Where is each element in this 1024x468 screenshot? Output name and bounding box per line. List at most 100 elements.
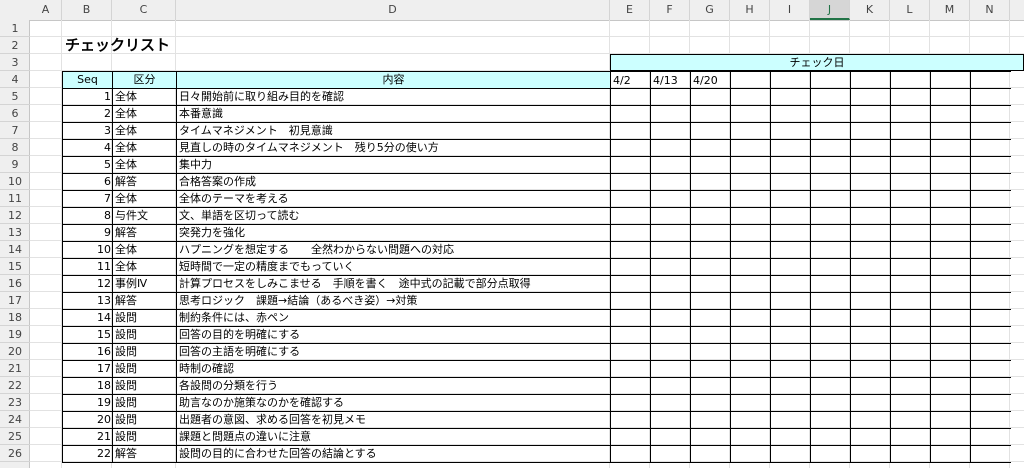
check-cell[interactable]	[810, 241, 851, 259]
check-cell[interactable]	[730, 207, 771, 225]
check-cell[interactable]	[650, 360, 691, 378]
check-cell[interactable]	[690, 173, 731, 191]
check-cell[interactable]	[650, 309, 691, 327]
check-cell[interactable]	[890, 105, 931, 123]
check-cell[interactable]	[650, 292, 691, 310]
row-header-11[interactable]: 11	[0, 190, 30, 207]
column-header-f[interactable]: F	[650, 0, 690, 20]
check-cell[interactable]	[850, 309, 891, 327]
category-cell[interactable]: 全体	[112, 88, 177, 106]
check-cell[interactable]	[930, 445, 971, 463]
content-cell[interactable]: 回答の主語を明確にする	[176, 343, 611, 361]
check-cell[interactable]	[650, 343, 691, 361]
check-cell[interactable]	[690, 428, 731, 446]
check-cell[interactable]	[810, 139, 851, 157]
row-header-26[interactable]: 26	[0, 445, 30, 462]
check-cell[interactable]	[850, 360, 891, 378]
check-cell[interactable]	[690, 343, 731, 361]
check-cell[interactable]	[770, 224, 811, 242]
check-cell[interactable]	[770, 275, 811, 293]
check-cell[interactable]	[770, 190, 811, 208]
row-header-10[interactable]: 10	[0, 173, 30, 190]
seq-cell[interactable]: 14	[62, 309, 113, 327]
column-header-e[interactable]: E	[610, 0, 650, 20]
seq-cell[interactable]: 12	[62, 275, 113, 293]
check-cell[interactable]	[690, 394, 731, 412]
check-cell[interactable]	[610, 445, 651, 463]
category-cell[interactable]: 与件文	[112, 207, 177, 225]
category-cell[interactable]: 設問	[112, 343, 177, 361]
category-cell[interactable]: 全体	[112, 241, 177, 259]
check-cell[interactable]	[810, 190, 851, 208]
check-cell[interactable]	[690, 275, 731, 293]
check-cell[interactable]	[770, 207, 811, 225]
check-cell[interactable]	[850, 207, 891, 225]
content-cell[interactable]: 合格答案の作成	[176, 173, 611, 191]
check-cell[interactable]	[810, 207, 851, 225]
content-cell[interactable]: 助言なのか施策なのかを確認する	[176, 394, 611, 412]
check-cell[interactable]	[890, 377, 931, 395]
check-cell[interactable]	[770, 360, 811, 378]
check-cell[interactable]	[810, 105, 851, 123]
check-cell[interactable]	[890, 156, 931, 174]
row-header-9[interactable]: 9	[0, 156, 30, 173]
content-cell[interactable]: 各設問の分類を行う	[176, 377, 611, 395]
check-cell[interactable]	[730, 156, 771, 174]
check-cell[interactable]	[890, 207, 931, 225]
check-cell[interactable]	[770, 173, 811, 191]
check-cell[interactable]	[610, 224, 651, 242]
check-cell[interactable]	[970, 207, 1011, 225]
check-cell[interactable]	[810, 173, 851, 191]
check-cell[interactable]	[690, 292, 731, 310]
content-cell[interactable]: 制約条件には、赤ペン	[176, 309, 611, 327]
check-cell[interactable]	[610, 343, 651, 361]
check-cell[interactable]	[650, 224, 691, 242]
seq-cell[interactable]: 11	[62, 258, 113, 276]
check-cell[interactable]	[890, 275, 931, 293]
category-cell[interactable]: 解答	[112, 445, 177, 463]
seq-cell[interactable]: 3	[62, 122, 113, 140]
category-cell[interactable]: 解答	[112, 173, 177, 191]
check-cell[interactable]	[770, 394, 811, 412]
check-cell[interactable]	[890, 122, 931, 140]
check-cell[interactable]	[650, 445, 691, 463]
check-cell[interactable]	[690, 224, 731, 242]
seq-cell[interactable]: 22	[62, 445, 113, 463]
check-cell[interactable]	[770, 326, 811, 344]
check-cell[interactable]	[770, 343, 811, 361]
check-cell[interactable]	[690, 309, 731, 327]
check-cell[interactable]	[810, 445, 851, 463]
row-header-23[interactable]: 23	[0, 394, 30, 411]
check-cell[interactable]	[850, 156, 891, 174]
check-cell[interactable]	[970, 122, 1011, 140]
row-header-21[interactable]: 21	[0, 360, 30, 377]
check-cell[interactable]	[810, 411, 851, 429]
check-cell[interactable]	[890, 343, 931, 361]
check-cell[interactable]	[690, 190, 731, 208]
check-cell[interactable]	[930, 292, 971, 310]
check-cell[interactable]	[850, 428, 891, 446]
seq-cell[interactable]: 2	[62, 105, 113, 123]
check-cell[interactable]	[930, 360, 971, 378]
row-header-17[interactable]: 17	[0, 292, 30, 309]
check-cell[interactable]	[690, 139, 731, 157]
check-cell[interactable]	[970, 105, 1011, 123]
check-cell[interactable]	[850, 326, 891, 344]
check-cell[interactable]	[930, 241, 971, 259]
row-header-8[interactable]: 8	[0, 139, 30, 156]
check-cell[interactable]	[850, 275, 891, 293]
check-cell[interactable]	[970, 241, 1011, 259]
check-cell[interactable]	[610, 326, 651, 344]
category-cell[interactable]: 解答	[112, 292, 177, 310]
check-date-cell[interactable]	[970, 71, 1011, 89]
check-cell[interactable]	[690, 258, 731, 276]
check-cell[interactable]	[970, 428, 1011, 446]
row-header-25[interactable]: 25	[0, 428, 30, 445]
check-cell[interactable]	[930, 88, 971, 106]
check-cell[interactable]	[730, 445, 771, 463]
row-header-15[interactable]: 15	[0, 258, 30, 275]
check-cell[interactable]	[850, 411, 891, 429]
content-cell[interactable]: 見直しの時のタイムマネジメント 残り5分の使い方	[176, 139, 611, 157]
check-cell[interactable]	[850, 190, 891, 208]
check-cell[interactable]	[810, 88, 851, 106]
